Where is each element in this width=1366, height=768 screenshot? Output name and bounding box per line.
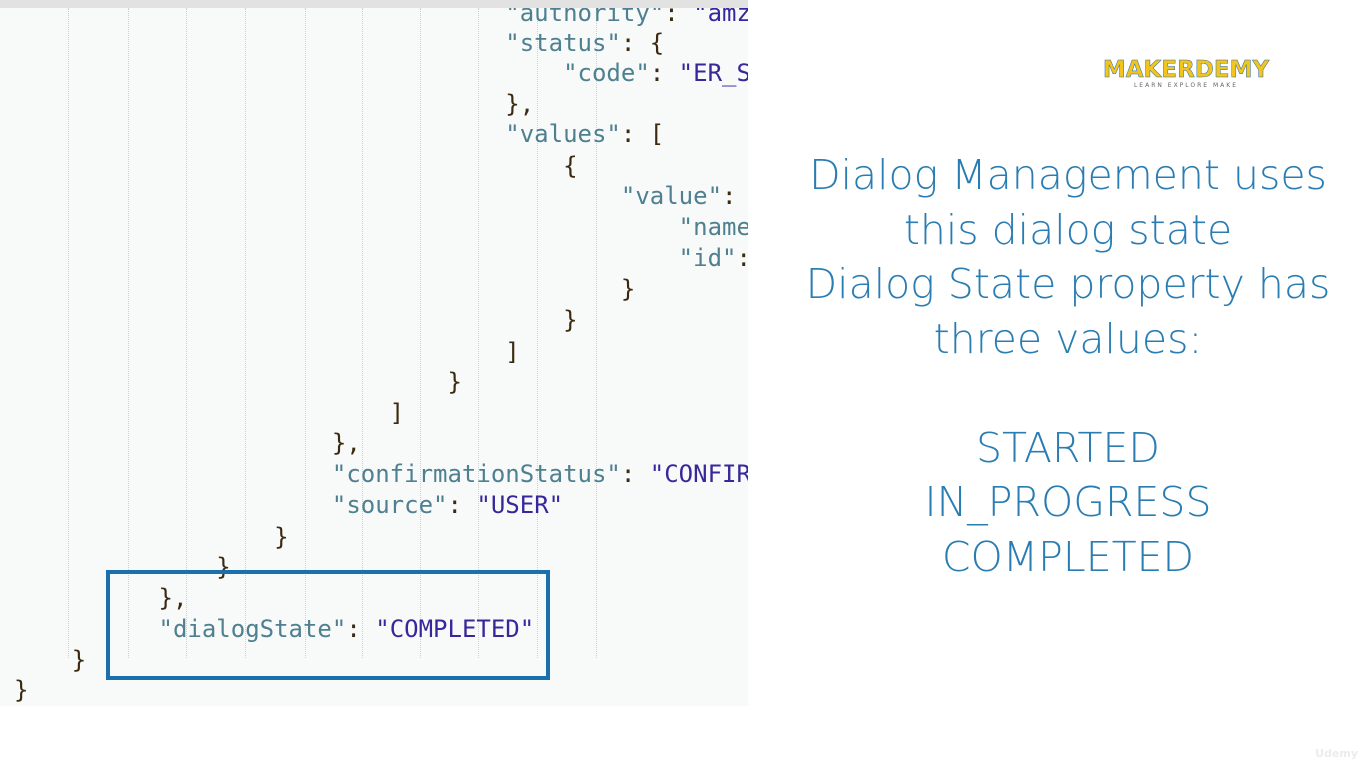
code-line: "status": { bbox=[14, 28, 664, 58]
code-line: }, bbox=[14, 89, 534, 119]
json-punctuation: } bbox=[14, 646, 87, 674]
json-punctuation: : { bbox=[620, 29, 665, 57]
slide-line: COMPLETED bbox=[941, 532, 1195, 581]
code-line: } bbox=[14, 645, 86, 675]
json-string: "CONFIRMED" bbox=[649, 460, 748, 488]
json-punctuation: : bbox=[447, 491, 477, 519]
json-punctuation: } bbox=[14, 368, 462, 396]
logo-tagline: LEARN EXPLORE MAKE bbox=[1133, 82, 1239, 89]
code-line: "name": bbox=[14, 212, 748, 242]
json-punctuation: ] bbox=[14, 338, 520, 366]
json-key: "status" bbox=[14, 29, 621, 57]
code-line: ] bbox=[14, 398, 404, 428]
json-key: "source" bbox=[14, 491, 448, 519]
code-line: ] bbox=[14, 337, 520, 367]
code-line: "id": " bbox=[14, 243, 748, 273]
json-string: "amzn1 bbox=[693, 0, 748, 27]
json-punctuation: { bbox=[14, 152, 578, 180]
json-punctuation: : { bbox=[722, 182, 737, 210]
json-key: "name" bbox=[14, 213, 748, 241]
json-punctuation: }, bbox=[14, 429, 361, 457]
json-punctuation: : bbox=[736, 244, 748, 272]
slide-line bbox=[790, 366, 1346, 421]
json-punctuation: : bbox=[649, 59, 679, 87]
dialog-state-highlight-box bbox=[106, 570, 550, 680]
json-key: "authority" bbox=[14, 0, 665, 27]
code-line: "values": [ bbox=[14, 119, 664, 149]
code-line: "confirmationStatus": "CONFIRMED" bbox=[14, 459, 748, 489]
json-punctuation: : [ bbox=[620, 120, 665, 148]
json-key: "value" bbox=[14, 182, 723, 210]
logo-brand: MAKERDEMY bbox=[1102, 57, 1270, 83]
code-line: } bbox=[14, 274, 635, 304]
code-line: { bbox=[14, 151, 578, 181]
json-punctuation: } bbox=[14, 523, 289, 551]
slide-line: IN_PROGRESS bbox=[924, 478, 1212, 526]
json-key: "code" bbox=[14, 59, 650, 87]
json-punctuation: } bbox=[14, 676, 29, 704]
code-line: } bbox=[14, 522, 289, 552]
json-punctuation: : bbox=[664, 0, 694, 27]
code-line: } bbox=[14, 305, 578, 335]
json-key: "id" bbox=[14, 244, 737, 272]
json-punctuation: } bbox=[14, 306, 578, 334]
code-line: }, bbox=[14, 428, 361, 458]
json-string: "USER" bbox=[476, 491, 564, 519]
json-punctuation: ] bbox=[14, 399, 405, 427]
slide-text: Dialog Management uses this dialog state… bbox=[790, 148, 1346, 584]
slide-line: Dialog State property has bbox=[805, 260, 1331, 308]
json-key: "values" bbox=[14, 120, 621, 148]
code-line: "value": { bbox=[14, 181, 748, 211]
udemy-watermark: Udemy bbox=[1315, 747, 1358, 760]
json-punctuation: } bbox=[14, 275, 636, 303]
slide-line: STARTED bbox=[976, 423, 1160, 472]
slide-line: this dialog state bbox=[903, 205, 1233, 254]
json-key: "confirmationStatus" bbox=[14, 460, 621, 488]
code-line: "code": "ER_SUCCESS_MATCH" bbox=[14, 58, 748, 88]
makerdemy-logo: MAKERDEMY LEARN EXPLORE MAKE bbox=[1090, 58, 1282, 90]
code-line: "authority": "amzn1 bbox=[14, 0, 748, 28]
json-string: "ER_SUCCESS_MATCH" bbox=[678, 59, 748, 87]
slide-line: Dialog Management uses bbox=[809, 151, 1327, 199]
code-line: } bbox=[14, 367, 462, 397]
code-line: "source": "USER" bbox=[14, 490, 563, 520]
indent-guide bbox=[596, 8, 597, 658]
slide-line: three values: bbox=[933, 314, 1203, 363]
code-line: } bbox=[14, 675, 28, 705]
json-punctuation: : bbox=[620, 460, 650, 488]
json-punctuation: }, bbox=[14, 90, 535, 118]
